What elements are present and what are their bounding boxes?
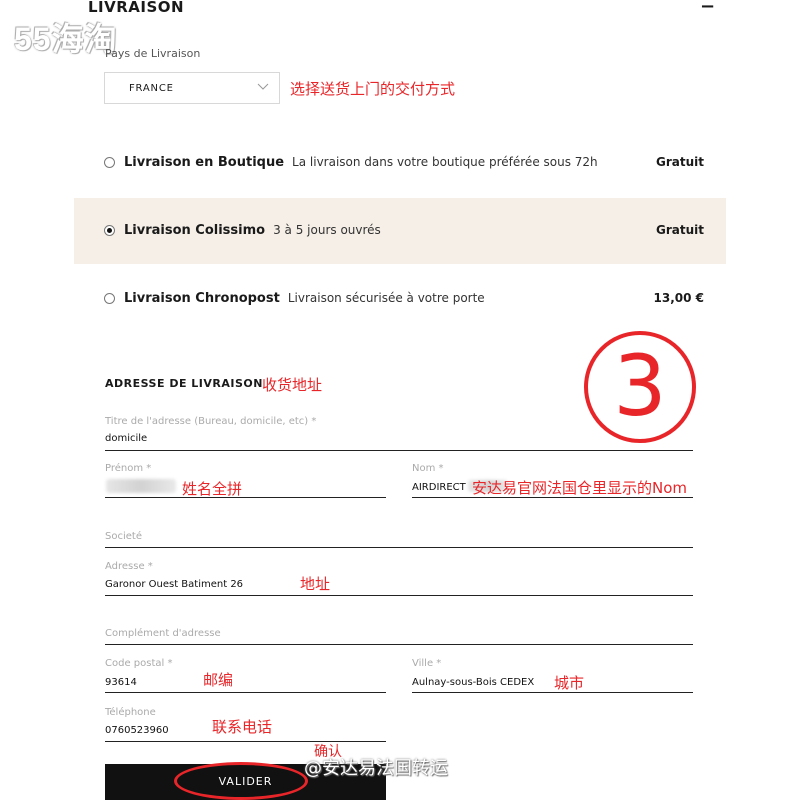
collapse-icon[interactable]: −: [700, 0, 715, 17]
telephone-annotation: 联系电话: [212, 718, 273, 736]
step-marker: 3: [584, 331, 696, 443]
address-section-title: ADRESSE DE LIVRAISON: [105, 377, 263, 390]
prenom-input[interactable]: [106, 479, 176, 493]
field-underline: [105, 692, 386, 693]
complement-label: Complément d'adresse: [105, 628, 221, 639]
ville-label: Ville *: [412, 658, 442, 669]
telephone-input[interactable]: 0760523960: [105, 725, 169, 736]
nom-annotation: 安达易官网法国仓里显示的Nom: [472, 479, 688, 497]
code-postal-annotation: 邮编: [203, 671, 234, 689]
radio-button[interactable]: [104, 293, 115, 304]
site-watermark: 55海淘: [14, 21, 118, 57]
radio-button[interactable]: [104, 157, 115, 168]
code-postal-input[interactable]: 93614: [105, 677, 137, 688]
option-name: Livraison Colissimo: [124, 223, 266, 238]
telephone-label: Téléphone: [105, 707, 156, 718]
field-underline: [412, 692, 693, 693]
field-underline: [105, 497, 386, 498]
section-title: LIVRAISON: [88, 0, 185, 16]
option-price: Gratuit: [656, 223, 704, 237]
option-name: Livraison en Boutique: [124, 155, 285, 170]
submit-highlight-ring: [174, 762, 308, 800]
chevron-down-icon: [257, 83, 269, 90]
field-underline: [412, 497, 693, 498]
prenom-label: Prénom *: [105, 463, 152, 474]
option-name: Livraison Chronopost: [124, 291, 280, 306]
country-label: Pays de Livraison: [105, 47, 201, 60]
field-underline: [105, 595, 693, 596]
radio-button-selected[interactable]: [104, 225, 115, 236]
address-title-annotation: 收货地址: [262, 376, 323, 394]
country-select-value: FRANCE: [129, 83, 174, 94]
shipping-option-chronopost[interactable]: Livraison Chronopost Livraison sécurisée …: [74, 266, 726, 332]
address-title-input[interactable]: domicile: [105, 433, 147, 444]
nom-label: Nom *: [412, 463, 444, 474]
option-price: Gratuit: [656, 155, 704, 169]
societe-label: Societé: [105, 531, 142, 542]
shipping-option-colissimo[interactable]: Livraison Colissimo 3 à 5 jours ouvrés Gr…: [74, 198, 726, 264]
ville-input[interactable]: Aulnay-sous-Bois CEDEX: [412, 677, 534, 688]
shipping-option-boutique[interactable]: Livraison en Boutique La livraison dans v…: [74, 130, 726, 196]
credit-watermark: @安达易法国转运: [304, 758, 448, 779]
field-underline: [105, 450, 693, 451]
nom-input[interactable]: AIRDIRECT: [412, 482, 466, 493]
option-price: 13,00 €: [653, 291, 704, 305]
ville-annotation: 城市: [554, 674, 585, 692]
field-underline: [105, 741, 386, 742]
societe-input: [105, 547, 693, 548]
adresse-label: Adresse *: [105, 561, 153, 572]
option-desc: Livraison sécurisée à votre porte: [287, 291, 485, 305]
country-annotation: 选择送货上门的交付方式: [290, 80, 456, 98]
complement-input: [105, 644, 693, 645]
address-title-label: Titre de l'adresse (Bureau, domicile, et…: [105, 416, 317, 427]
adresse-annotation: 地址: [300, 575, 331, 593]
code-postal-label: Code postal *: [105, 658, 173, 669]
adresse-input[interactable]: Garonor Ouest Batiment 26: [105, 579, 243, 590]
option-desc: 3 à 5 jours ouvrés: [273, 223, 381, 237]
prenom-annotation: 姓名全拼: [182, 480, 243, 498]
country-select[interactable]: FRANCE: [104, 72, 280, 104]
option-desc: La livraison dans votre boutique préféré…: [292, 155, 598, 169]
